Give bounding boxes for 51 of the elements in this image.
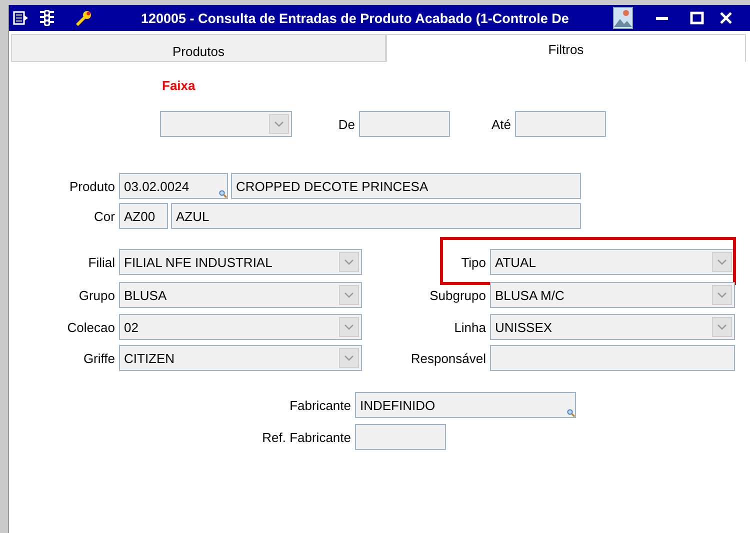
section-title: Faixa bbox=[162, 78, 196, 93]
input-field[interactable] bbox=[359, 111, 450, 137]
input-field[interactable]: CROPPED DECOTE PRINCESA bbox=[231, 173, 581, 199]
field-label: Responsável bbox=[410, 350, 487, 366]
caret-icon[interactable] bbox=[339, 252, 359, 272]
dropdown[interactable]: ATUAL bbox=[490, 249, 735, 275]
dropdown[interactable] bbox=[160, 111, 292, 137]
field-label: Fabricante bbox=[288, 398, 352, 412]
field-label: Linha bbox=[453, 320, 487, 334]
input-field[interactable]: 03.02.0024 bbox=[119, 173, 228, 199]
dropdown[interactable]: CITIZEN bbox=[119, 345, 362, 371]
caret-icon[interactable] bbox=[712, 252, 732, 272]
caret-icon[interactable] bbox=[712, 285, 732, 305]
caret-icon[interactable] bbox=[339, 317, 359, 337]
dropdown[interactable]: FILIAL NFE INDUSTRIAL bbox=[119, 249, 362, 275]
input-field[interactable] bbox=[490, 345, 735, 371]
field-label: Cor bbox=[93, 208, 116, 224]
field-label: Tipo bbox=[460, 254, 487, 270]
search-icon[interactable] bbox=[567, 409, 575, 417]
dropdown[interactable]: 02 bbox=[119, 314, 362, 340]
tab[interactable]: Produtos bbox=[11, 34, 386, 62]
input-field[interactable]: AZ00 bbox=[119, 203, 168, 229]
caret-icon[interactable] bbox=[712, 317, 732, 337]
traffic-light-icon[interactable] bbox=[39, 9, 55, 27]
input-field[interactable] bbox=[515, 111, 606, 137]
field-label: De bbox=[337, 116, 356, 132]
caret-icon[interactable] bbox=[339, 348, 359, 368]
field-label: Subgrupo bbox=[428, 288, 487, 302]
caret-icon[interactable] bbox=[339, 285, 359, 305]
search-icon[interactable] bbox=[219, 190, 227, 198]
wrench-icon[interactable] bbox=[75, 9, 93, 27]
field-label: Colecao bbox=[66, 320, 116, 334]
close-icon[interactable] bbox=[719, 11, 733, 25]
picture-icon[interactable] bbox=[613, 7, 633, 29]
field-label: Grupo bbox=[78, 288, 116, 302]
dropdown[interactable]: BLUSA M/C bbox=[490, 282, 735, 308]
field-label: Griffe bbox=[82, 350, 116, 366]
tab[interactable]: Filtros bbox=[386, 34, 746, 62]
input-field[interactable]: INDEFINIDO bbox=[355, 392, 576, 418]
field-label: Produto bbox=[68, 178, 116, 194]
input-field[interactable]: AZUL bbox=[171, 203, 581, 229]
field-label: Ref. Fabricante bbox=[261, 430, 352, 444]
field-label: Até bbox=[490, 116, 512, 132]
caret-icon[interactable] bbox=[269, 114, 289, 134]
window-title: 120005 - Consulta de Entradas de Produto Acabado (1-Controle De bbox=[141, 10, 570, 26]
field-label: Filial bbox=[87, 254, 116, 270]
maximize-icon[interactable] bbox=[690, 11, 704, 25]
dropdown[interactable]: UNISSEX bbox=[490, 314, 735, 340]
input-field[interactable] bbox=[355, 424, 446, 450]
list-arrow-icon[interactable] bbox=[13, 10, 29, 26]
dropdown[interactable]: BLUSA bbox=[119, 282, 362, 308]
